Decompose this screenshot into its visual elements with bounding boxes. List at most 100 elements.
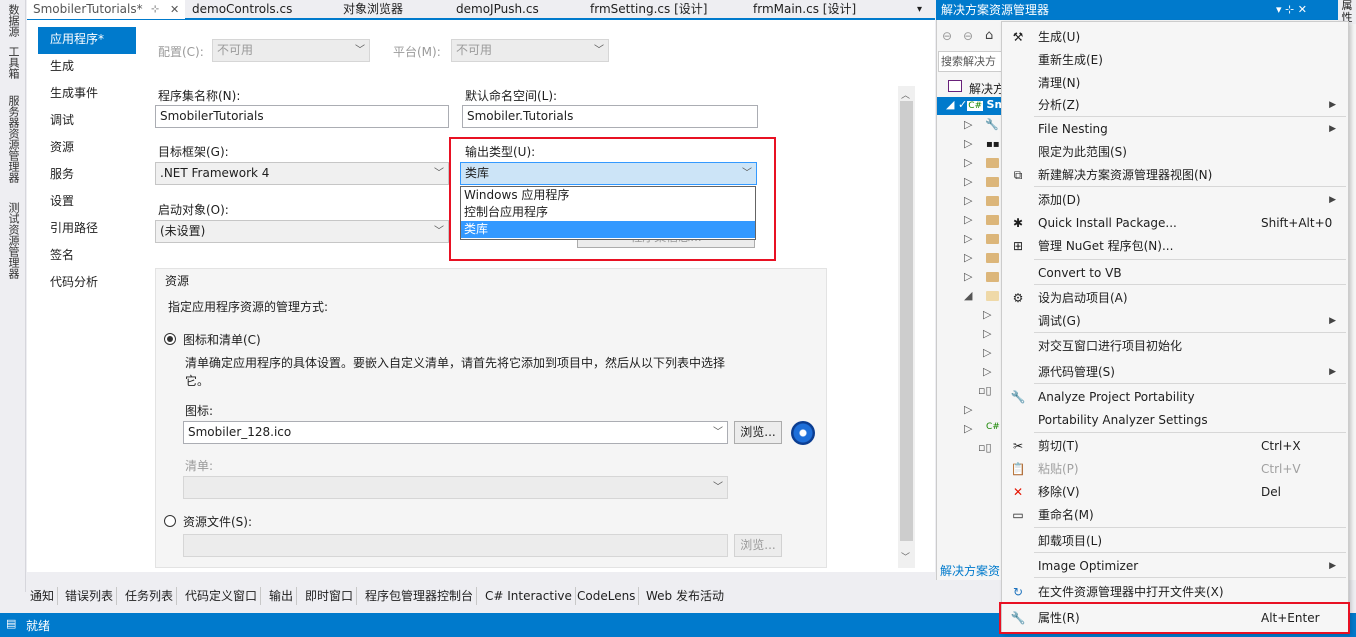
tab-immediate[interactable]: 即时窗口	[302, 587, 358, 605]
menu-item[interactable]: 添加(D) ▶	[1002, 189, 1348, 211]
tab-demojpush[interactable]: demoJPush.cs	[450, 0, 545, 19]
tab-smobilertutorials[interactable]: SmobilerTutorials* ⊹ ✕	[27, 0, 185, 19]
menu-item[interactable]: 重新生成(E)	[1002, 49, 1348, 71]
tree-expander[interactable]: ▷	[983, 327, 991, 340]
icon-select[interactable]: Smobiler_128.ico ﹀	[183, 421, 728, 444]
menu-item[interactable]: 对交互窗口进行项目初始化	[1002, 335, 1348, 357]
menu-item[interactable]: Convert to VB	[1002, 262, 1348, 284]
scroll-up-icon[interactable]: ︿	[901, 88, 910, 101]
tree-expander[interactable]: ▷	[964, 175, 972, 188]
nav-item-application[interactable]: 应用程序*	[38, 27, 136, 54]
nav-item-reference-paths[interactable]: 引用路径	[38, 216, 136, 243]
scroll-down-icon[interactable]: ﹀	[901, 550, 910, 563]
tree-expander[interactable]: ▷	[983, 308, 991, 321]
menu-item[interactable]: 调试(G) ▶	[1002, 310, 1348, 332]
tree-expander[interactable]: ▷	[964, 270, 972, 283]
nav-item-build[interactable]: 生成	[38, 54, 136, 81]
menu-item[interactable]: ✱ Quick Install Package... Shift+Alt+0	[1002, 212, 1348, 234]
nav-item-debug[interactable]: 调试	[38, 108, 136, 135]
nav-item-build-events[interactable]: 生成事件	[38, 81, 136, 108]
browse-icon-button[interactable]: 浏览...	[734, 421, 782, 444]
tab-object-browser[interactable]: 对象浏览器	[337, 0, 409, 19]
tree-expander[interactable]: ▷	[983, 365, 991, 378]
datasource-tab[interactable]: 数据源	[4, 4, 22, 37]
nav-item-services[interactable]: 服务	[38, 162, 136, 189]
nav-item-resources[interactable]: 资源	[38, 135, 136, 162]
assembly-name-input[interactable]: SmobilerTutorials	[155, 105, 449, 128]
nav-item-code-analysis[interactable]: 代码分析	[38, 270, 136, 297]
resource-file-radio[interactable]	[164, 515, 176, 527]
tab-democontrols[interactable]: demoControls.cs	[186, 0, 298, 19]
startup-object-select[interactable]: (未设置) ﹀	[155, 220, 449, 243]
tree-expander[interactable]: ▷	[964, 403, 972, 416]
menu-item[interactable]: 📋 粘贴(P) Ctrl+V	[1002, 458, 1348, 480]
menu-item[interactable]: ✂ 剪切(T) Ctrl+X	[1002, 435, 1348, 457]
tree-expander[interactable]: ▷	[964, 137, 972, 150]
tree-expander[interactable]: ▷	[983, 346, 991, 359]
tree-expander[interactable]: ▷	[964, 213, 972, 226]
tab-codelens[interactable]: CodeLens	[574, 587, 640, 605]
default-namespace-input[interactable]: Smobiler.Tutorials	[462, 105, 758, 128]
menu-item[interactable]: 清理(N)	[1002, 72, 1348, 94]
menu-item[interactable]: ↻ 在文件资源管理器中打开文件夹(X)	[1002, 581, 1348, 603]
menu-item[interactable]: 🔧 Analyze Project Portability	[1002, 386, 1348, 408]
tree-collapse[interactable]: ◢	[964, 289, 972, 302]
tree-expander[interactable]: ▷	[964, 251, 972, 264]
pin-icon[interactable]: ⊹	[151, 0, 159, 19]
tab-frmmain[interactable]: frmMain.cs [设计]	[747, 0, 862, 19]
menu-item[interactable]: 源代码管理(S) ▶	[1002, 361, 1348, 383]
tree-expander[interactable]: ▷	[964, 232, 972, 245]
tree-expander[interactable]: ▷	[964, 194, 972, 207]
nav-item-signing[interactable]: 签名	[38, 243, 136, 270]
target-framework-select[interactable]: .NET Framework 4 ﹀	[155, 162, 449, 185]
menu-separator	[1034, 332, 1346, 333]
toolbox-tab[interactable]: 工具箱	[4, 46, 22, 79]
menu-item[interactable]: ⊞ 管理 NuGet 程序包(N)...	[1002, 235, 1348, 257]
home-icon[interactable]: ⌂	[985, 28, 993, 43]
back-icon[interactable]: ⊖	[942, 29, 952, 43]
tool-window-tabs: 通知 错误列表 任务列表 代码定义窗口 输出 即时窗口 程序包管理器控制台 C#…	[27, 584, 935, 608]
menu-item[interactable]: ⧉ 新建解决方案资源管理器视图(N)	[1002, 164, 1348, 186]
resource-file-input[interactable]	[183, 534, 728, 557]
tab-csharp-interactive[interactable]: C# Interactive	[482, 587, 576, 605]
menu-item[interactable]: Portability Analyzer Settings	[1002, 409, 1348, 431]
tab-package-manager-console[interactable]: 程序包管理器控制台	[362, 587, 478, 605]
tree-expander[interactable]: ▷	[964, 422, 972, 435]
tab-code-definition[interactable]: 代码定义窗口	[182, 587, 262, 605]
manifest-select[interactable]: ﹀	[183, 476, 728, 499]
scrollbar-thumb[interactable]	[900, 101, 913, 541]
menu-item[interactable]: ⚒ 生成(U)	[1002, 26, 1348, 48]
menu-item[interactable]: File Nesting ▶	[1002, 118, 1348, 140]
menu-item[interactable]: 分析(Z) ▶	[1002, 94, 1348, 116]
tab-frmsetting[interactable]: frmSetting.cs [设计]	[584, 0, 713, 19]
menu-item[interactable]: ✕ 移除(V) Del	[1002, 481, 1348, 503]
menu-item-label: 添加(D)	[1038, 193, 1081, 207]
solution-search-input[interactable]: 搜索解决方	[938, 51, 1002, 72]
menu-item[interactable]: 限定为此范围(S)	[1002, 141, 1348, 163]
panel-controls-icon[interactable]: ▾ ⊹ ✕	[1276, 0, 1307, 20]
menu-item[interactable]: Image Optimizer ▶	[1002, 555, 1348, 577]
test-explorer-tab[interactable]: 测试资源管理器	[4, 202, 22, 279]
solution-explorer-bottom-tab[interactable]: 解决方案资	[940, 562, 1000, 579]
menu-item[interactable]: 卸载项目(L)	[1002, 530, 1348, 552]
tab-web-publish[interactable]: Web 发布活动	[643, 587, 727, 605]
tab-overflow-icon[interactable]: ▾	[911, 0, 928, 19]
close-icon[interactable]: ✕	[170, 0, 179, 19]
tab-notifications[interactable]: 通知	[27, 587, 59, 605]
browse-resource-button[interactable]: 浏览...	[734, 534, 782, 557]
server-explorer-tab[interactable]: 服务器资源管理器	[4, 95, 22, 183]
platform-select[interactable]: 不可用 ﹀	[451, 39, 609, 62]
solution-root-label[interactable]: 解决方	[969, 80, 1005, 97]
menu-item[interactable]: ⚙ 设为启动项目(A)	[1002, 287, 1348, 309]
tab-error-list[interactable]: 错误列表	[62, 587, 118, 605]
tree-expander[interactable]: ▷	[964, 118, 972, 131]
config-select[interactable]: 不可用 ﹀	[212, 39, 370, 62]
menu-item[interactable]: ▭ 重命名(M)	[1002, 504, 1348, 526]
icon-manifest-radio[interactable]	[164, 333, 176, 345]
forward-icon[interactable]: ⊖	[963, 29, 973, 43]
tab-output[interactable]: 输出	[266, 587, 298, 605]
nav-item-settings[interactable]: 设置	[38, 189, 136, 216]
tree-expander[interactable]: ▷	[964, 156, 972, 169]
references-icon: ▪▪	[986, 139, 1000, 150]
tab-task-list[interactable]: 任务列表	[122, 587, 178, 605]
